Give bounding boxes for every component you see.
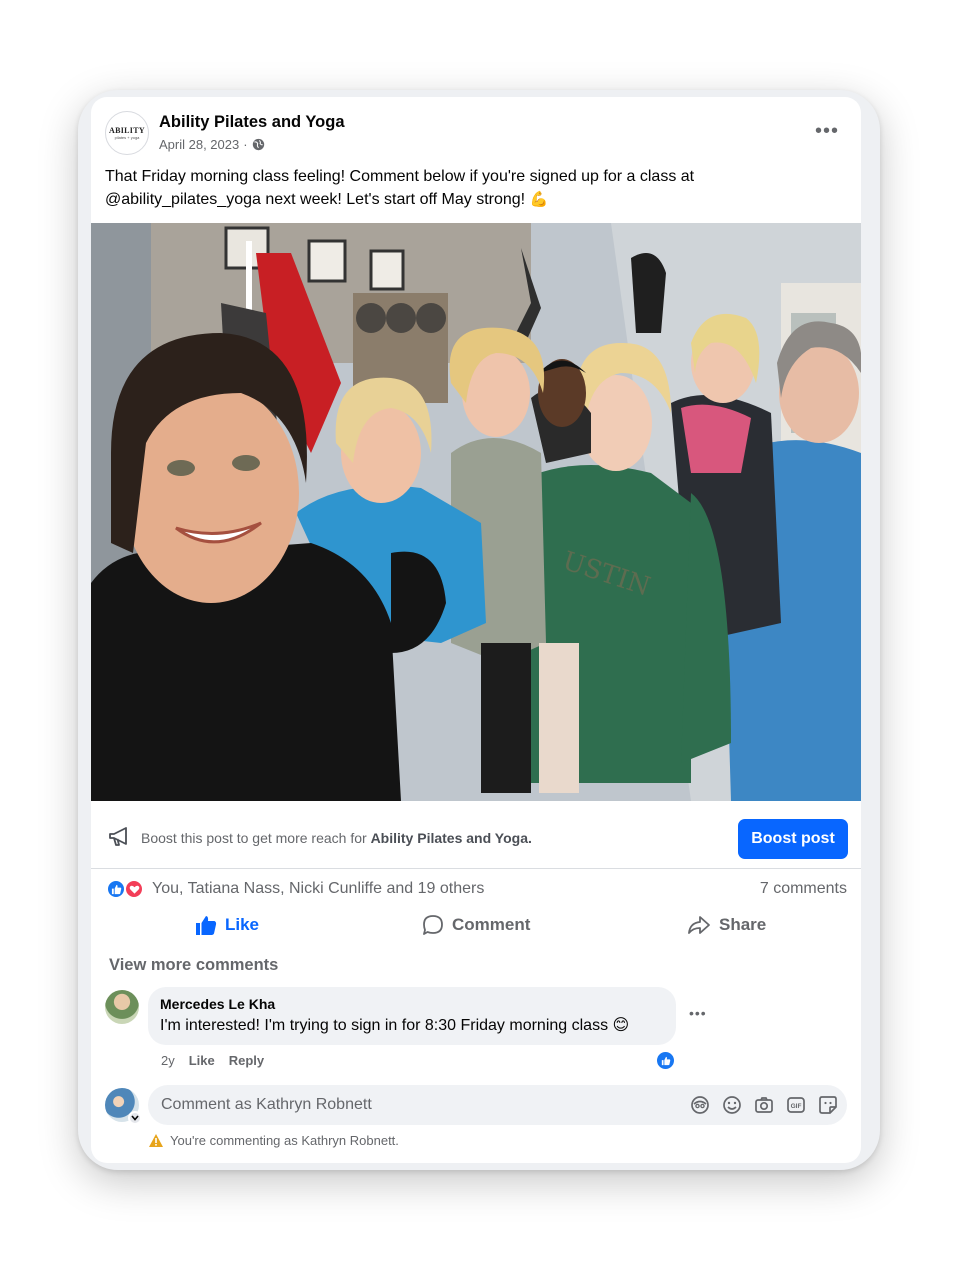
boost-prompt: Boost this post to get more reach for Ab… [141, 830, 532, 846]
composer-tools: GIF [689, 1094, 839, 1116]
comment-composer: GIF [148, 1085, 847, 1125]
reaction-icons[interactable] [106, 879, 148, 899]
comment-reply-link[interactable]: Reply [229, 1053, 264, 1068]
caption-text: That Friday morning class feeling! Comme… [105, 168, 695, 208]
post-photo[interactable]: USTIN [91, 223, 861, 801]
boost-post-button[interactable]: Boost post [738, 819, 848, 859]
megaphone-icon [109, 827, 127, 846]
globe-icon [252, 138, 264, 151]
avatar-sticker-icon[interactable] [689, 1094, 711, 1116]
reactors-list[interactable]: You, Tatiana Nass, Nicki Cunliffe and 19… [152, 880, 484, 898]
emoji-icon[interactable] [721, 1094, 743, 1116]
like-button[interactable]: Like [195, 907, 259, 943]
comment-age[interactable]: 2y [161, 1053, 175, 1068]
post-card: ABILITY pilates + yoga Ability Pilates a… [91, 97, 861, 1163]
profile-switch-caret[interactable] [128, 1111, 142, 1125]
boost-prompt-text: Boost this post to get more reach for [141, 830, 367, 846]
comment-label: Comment [452, 915, 531, 934]
commenting-as-notice: You're commenting as Kathryn Robnett. [148, 1133, 399, 1148]
boost-bar: Boost this post to get more reach for Ab… [91, 801, 861, 869]
post-date[interactable]: April 28, 2023 [159, 137, 239, 152]
like-reaction-icon [106, 879, 126, 899]
share-arrow-icon [688, 916, 710, 934]
page-name[interactable]: Ability Pilates and Yoga [159, 113, 345, 132]
comment-button[interactable]: Comment [422, 907, 530, 943]
comment-input[interactable] [161, 1085, 661, 1125]
post-header: ABILITY pilates + yoga Ability Pilates a… [91, 97, 861, 157]
flexed-biceps-emoji: 💪 [529, 191, 549, 208]
post-more-button[interactable]: ••• [811, 119, 843, 143]
comment-meta: 2y Like Reply [161, 1053, 264, 1068]
meta-separator: · [243, 137, 248, 152]
post-caption: That Friday morning class feeling! Comme… [105, 165, 805, 211]
comment-count[interactable]: 7 comments [760, 880, 847, 898]
like-label: Like [225, 915, 260, 934]
gif-label: GIF [791, 1103, 802, 1110]
post-actions: Like Comment Share [91, 907, 861, 945]
love-reaction-icon [124, 879, 144, 899]
share-label: Share [719, 915, 767, 934]
boost-page-name: Ability Pilates and Yoga. [370, 830, 532, 846]
page-avatar[interactable]: ABILITY pilates + yoga [105, 111, 149, 155]
page-logo-text: ABILITY [109, 126, 145, 135]
gif-icon[interactable]: GIF [785, 1094, 807, 1116]
comment-author[interactable]: Mercedes Le Kha [160, 996, 664, 1012]
comment-bubble: Mercedes Le Kha I'm interested! I'm tryi… [148, 987, 676, 1045]
comment-like-badge[interactable] [655, 1050, 676, 1071]
share-button[interactable]: Share [687, 907, 766, 943]
camera-icon[interactable] [753, 1094, 775, 1116]
comment-more-button[interactable]: ••• [689, 1005, 711, 1025]
chevron-down-icon [131, 1115, 139, 1121]
comment-like-link[interactable]: Like [189, 1053, 215, 1068]
page-logo-subtext: pilates + yoga [114, 135, 140, 140]
sticker-icon[interactable] [817, 1094, 839, 1116]
group-photo-illustration: USTIN [91, 223, 861, 801]
post-meta: April 28, 2023 · [159, 137, 265, 152]
thumbs-up-icon [196, 916, 217, 935]
reactions-summary: You, Tatiana Nass, Nicki Cunliffe and 19… [91, 869, 861, 907]
commenter-avatar[interactable] [105, 990, 139, 1024]
comment-body: I'm interested! I'm trying to sign in fo… [160, 1017, 609, 1034]
warning-icon [149, 1134, 163, 1147]
commenting-as-text: You're commenting as Kathryn Robnett. [170, 1133, 399, 1148]
comment-bubble-icon [423, 915, 443, 935]
smiling-emoji: 😊 [612, 1017, 630, 1034]
comment-text: I'm interested! I'm trying to sign in fo… [160, 1015, 664, 1035]
thumbs-up-icon [661, 1056, 670, 1065]
view-more-comments[interactable]: View more comments [109, 956, 278, 975]
